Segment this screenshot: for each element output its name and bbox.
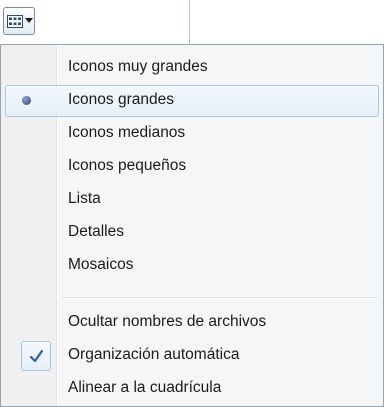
checkmark-icon <box>29 349 44 363</box>
grid-view-icon <box>7 14 23 28</box>
menu-item-label: Detalles <box>68 223 124 240</box>
menu-item-label: Iconos medianos <box>68 124 186 141</box>
view-options-button[interactable] <box>3 7 35 35</box>
menu-item-label: Alinear a la cuadrícula <box>68 379 222 396</box>
check-indicator <box>21 341 51 371</box>
menu-item-small-icons[interactable]: Iconos pequeños <box>5 151 379 183</box>
menu-item-label: Iconos pequeños <box>68 157 187 174</box>
menu-item-large-icons[interactable]: Iconos grandes <box>5 85 379 117</box>
toolbar <box>0 0 190 44</box>
menu-item-tiles[interactable]: Mosaicos <box>5 250 379 282</box>
menu-item-list[interactable]: Lista <box>5 184 379 216</box>
view-dropdown-menu: Iconos muy grandes Iconos grandes Iconos… <box>0 44 384 407</box>
menu-item-label: Iconos muy grandes <box>68 58 208 75</box>
menu-item-medium-icons[interactable]: Iconos medianos <box>5 118 379 150</box>
menu-item-extra-large-icons[interactable]: Iconos muy grandes <box>5 52 379 84</box>
menu-item-label: Lista <box>68 190 101 207</box>
menu-item-label: Iconos grandes <box>68 91 174 108</box>
menu-item-auto-arrange[interactable]: Organización automática <box>5 340 379 372</box>
menu-item-label: Ocultar nombres de archivos <box>68 313 267 330</box>
menu-item-label: Organización automática <box>68 346 240 363</box>
chevron-down-icon <box>25 18 33 23</box>
menu-separator-highlight <box>61 298 379 299</box>
radio-bullet-icon <box>22 96 31 105</box>
toolbar-divider <box>189 0 190 44</box>
menu-item-label: Mosaicos <box>68 256 134 273</box>
menu-item-hide-file-names[interactable]: Ocultar nombres de archivos <box>5 307 379 339</box>
menu-item-align-to-grid[interactable]: Alinear a la cuadrícula <box>5 373 379 405</box>
menu-item-details[interactable]: Detalles <box>5 217 379 249</box>
